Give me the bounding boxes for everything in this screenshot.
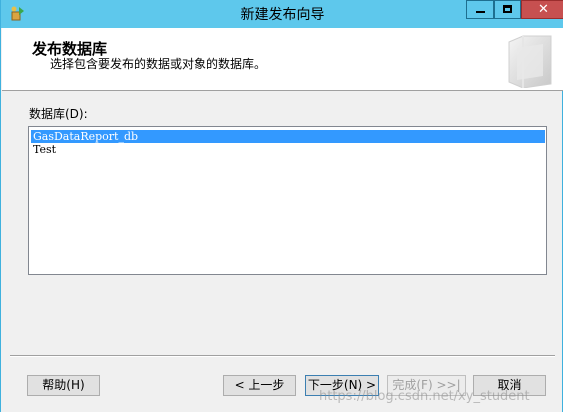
footer-divider [10,355,555,357]
maximize-icon [503,5,512,13]
database-label: 数据库(D): [29,107,88,121]
wizard-header: 发布数据库 选择包含要发布的数据或对象的数据库。 [2,28,563,91]
back-button[interactable]: < 上一步 [223,375,296,396]
title-bar[interactable]: 新建发布向导 ✕ [1,0,563,28]
list-item[interactable]: GasDataReport_db [31,130,545,143]
close-icon: ✕ [538,2,549,17]
minimize-icon [476,11,485,13]
wizard-graphic-icon [508,35,552,88]
maximize-button[interactable] [494,0,521,19]
publish-wizard-window: 新建发布向导 ✕ 发布数据库 选择包含要发布的数据或对象的数据库。 数据库(D)… [0,0,563,412]
list-item[interactable]: Test [31,143,545,156]
help-button[interactable]: 帮助(H) [27,375,100,396]
watermark: https://blog.csdn.net/xy_student [319,389,530,404]
close-button[interactable]: ✕ [521,0,563,19]
minimize-button[interactable] [466,0,494,19]
database-list[interactable]: GasDataReport_db Test [28,126,547,275]
page-subtitle: 选择包含要发布的数据或对象的数据库。 [50,57,267,71]
